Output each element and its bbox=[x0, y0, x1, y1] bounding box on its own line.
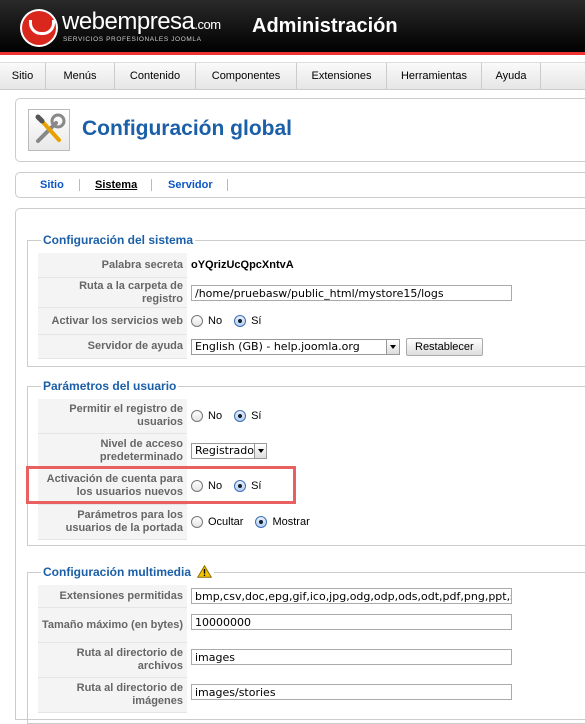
webservices-si-option[interactable]: Sí bbox=[234, 315, 261, 327]
page-title-panel: Configuración global bbox=[15, 98, 585, 162]
reset-button[interactable]: Restablecer bbox=[406, 337, 483, 356]
registration-no-radio[interactable] bbox=[191, 410, 203, 422]
wrench-screwdriver-icon bbox=[28, 109, 70, 151]
max-size-input[interactable]: 10000000 bbox=[191, 614, 512, 630]
frontend-params-label: Parámetros para los usuarios de la porta… bbox=[38, 505, 187, 540]
page-title: Configuración global bbox=[82, 117, 292, 140]
logo-subtitle: SERVICIOS PROFESIONALES JOOMLA bbox=[63, 36, 202, 43]
app-header: webempresa.com SERVICIOS PROFESIONALES J… bbox=[0, 0, 585, 55]
config-subtabs: Sitio Sistema Servidor bbox=[15, 172, 585, 198]
registration-no-option[interactable]: No bbox=[191, 410, 222, 422]
tab-separator bbox=[79, 179, 80, 191]
menu-menus[interactable]: Menús bbox=[46, 63, 115, 89]
max-size-row: Tamaño máximo (en bytes) 10000000 bbox=[28, 608, 585, 643]
images-dir-row: Ruta al directorio de imágenes images/st… bbox=[28, 678, 585, 713]
registration-si-radio[interactable] bbox=[234, 410, 247, 422]
files-dir-row: Ruta al directorio de archivos images bbox=[28, 643, 585, 678]
menu-extensiones[interactable]: Extensiones bbox=[297, 63, 387, 89]
frontend-mostrar-radio[interactable] bbox=[255, 516, 268, 528]
frontend-mostrar-option[interactable]: Mostrar bbox=[255, 516, 310, 528]
main-menu-bar: Sitio Menús Contenido Componentes Extens… bbox=[0, 62, 585, 90]
files-dir-label: Ruta al directorio de archivos bbox=[38, 643, 187, 678]
access-level-row: Nivel de acceso predeterminado Registrad… bbox=[28, 434, 585, 468]
media-settings-legend: Configuración multimedia bbox=[41, 564, 215, 581]
secret-word-label: Palabra secreta bbox=[38, 253, 187, 278]
access-level-label: Nivel de acceso predeterminado bbox=[38, 434, 187, 468]
help-server-row: Servidor de ayuda English (GB) - help.jo… bbox=[28, 335, 585, 359]
help-server-label: Servidor de ayuda bbox=[38, 335, 187, 359]
secret-word-row: Palabra secreta oYQrizUcQpcXntvA bbox=[28, 253, 585, 278]
registration-si-option[interactable]: Sí bbox=[234, 410, 261, 422]
tab-sitio[interactable]: Sitio bbox=[40, 173, 64, 197]
secret-word-value: oYQrizUcQpcXntvA bbox=[191, 259, 294, 271]
logs-path-row: Ruta a la carpeta de registro /home/prue… bbox=[28, 278, 585, 308]
menu-sitio[interactable]: Sitio bbox=[0, 63, 46, 89]
webservices-row: Activar los servicios web No Sí bbox=[28, 308, 585, 335]
menu-contenido[interactable]: Contenido bbox=[115, 63, 196, 89]
menu-componentes[interactable]: Componentes bbox=[196, 63, 297, 89]
tab-sistema[interactable]: Sistema bbox=[95, 173, 137, 197]
chevron-down-icon bbox=[386, 339, 399, 354]
user-settings-legend: Parámetros del usuario bbox=[41, 379, 179, 393]
allowed-extensions-row: Extensiones permitidas bmp,csv,doc,epg,g… bbox=[28, 585, 585, 608]
files-dir-input[interactable]: images bbox=[191, 649, 512, 665]
registration-label: Permitir el registro de usuarios bbox=[38, 399, 187, 434]
logo-text: webempresa.com bbox=[62, 8, 221, 35]
images-dir-label: Ruta al directorio de imágenes bbox=[38, 678, 187, 713]
webempresa-logo-icon bbox=[22, 11, 56, 45]
system-settings-section: Configuración del sistema Palabra secret… bbox=[27, 233, 585, 367]
images-dir-input[interactable]: images/stories bbox=[191, 684, 512, 700]
allowed-extensions-input[interactable]: bmp,csv,doc,epg,gif,ico,jpg,odg,odp,ods,… bbox=[191, 588, 512, 604]
menu-ayuda[interactable]: Ayuda bbox=[482, 63, 541, 89]
webservices-si-radio[interactable] bbox=[234, 315, 247, 327]
activation-highlight-box bbox=[26, 466, 296, 504]
webservices-no-radio[interactable] bbox=[191, 315, 203, 327]
help-server-select[interactable]: English (GB) - help.joomla.org bbox=[191, 338, 400, 355]
warning-icon bbox=[197, 564, 213, 581]
logs-path-label: Ruta a la carpeta de registro bbox=[38, 278, 187, 308]
tab-servidor[interactable]: Servidor bbox=[168, 173, 213, 197]
tab-separator bbox=[227, 179, 228, 191]
frontend-ocultar-option[interactable]: Ocultar bbox=[191, 516, 243, 528]
logs-path-input[interactable]: /home/pruebasw/public_html/mystore15/log… bbox=[191, 284, 512, 301]
webservices-no-option[interactable]: No bbox=[191, 315, 222, 327]
media-settings-section: Configuración multimedia Extensiones per… bbox=[27, 564, 585, 724]
max-size-label: Tamaño máximo (en bytes) bbox=[38, 608, 187, 643]
webservices-label: Activar los servicios web bbox=[38, 308, 187, 335]
system-settings-legend: Configuración del sistema bbox=[41, 233, 196, 247]
admin-title: Administración bbox=[252, 15, 398, 37]
registration-row: Permitir el registro de usuarios No Sí bbox=[28, 399, 585, 434]
tab-separator bbox=[151, 179, 152, 191]
access-level-select[interactable]: Registrado bbox=[191, 442, 267, 459]
chevron-down-icon bbox=[253, 443, 266, 458]
frontend-params-row: Parámetros para los usuarios de la porta… bbox=[28, 505, 585, 540]
menu-herramientas[interactable]: Herramientas bbox=[387, 63, 482, 89]
frontend-ocultar-radio[interactable] bbox=[191, 516, 203, 528]
allowed-extensions-label: Extensiones permitidas bbox=[38, 585, 187, 608]
